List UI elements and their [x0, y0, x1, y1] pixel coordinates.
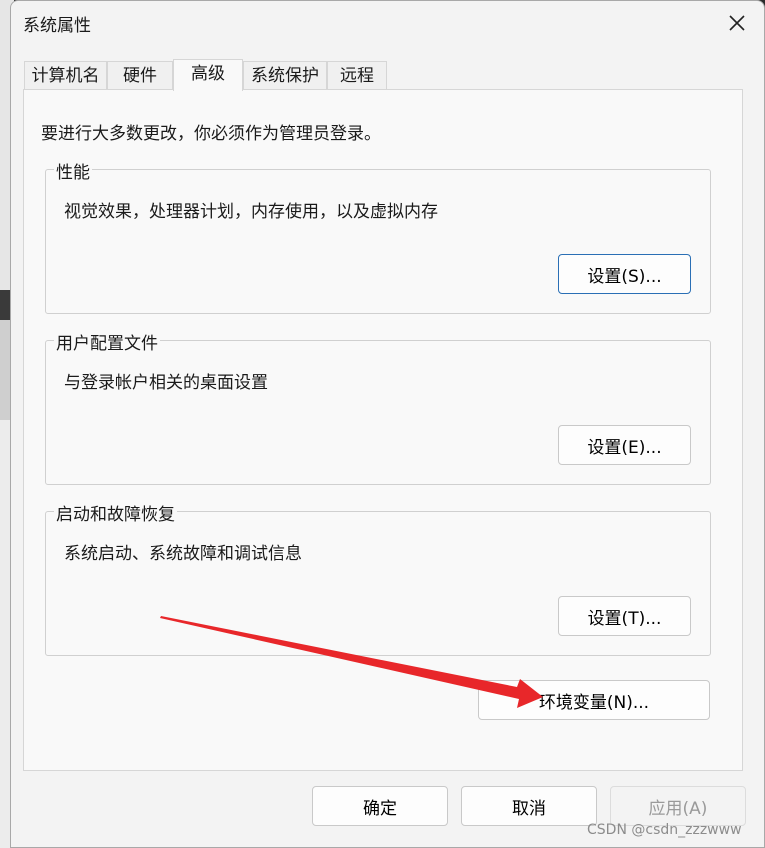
startup-recovery-description: 系统启动、系统故障和调试信息: [64, 544, 302, 564]
performance-settings-button[interactable]: 设置(S)...: [558, 254, 691, 294]
tab-advanced[interactable]: 高级: [173, 59, 243, 91]
performance-group: 性能 视觉效果，处理器计划，内存使用，以及虚拟内存 设置(S)...: [45, 158, 711, 314]
tab-remote[interactable]: 远程: [327, 61, 387, 90]
cancel-button[interactable]: 取消: [461, 786, 597, 826]
title-bar: 系统属性: [11, 1, 764, 47]
user-profiles-group: 用户配置文件 与登录帐户相关的桌面设置 设置(E)...: [45, 329, 711, 485]
close-button[interactable]: [716, 5, 758, 41]
system-properties-dialog: 系统属性 计算机名 硬件 高级 系统保护 远程 要进行大多数更改，你必须作为管理…: [10, 0, 765, 848]
tab-label: 硬件: [123, 66, 157, 86]
environment-variables-button[interactable]: 环境变量(N)...: [478, 680, 710, 720]
tab-label: 高级: [191, 64, 225, 84]
startup-recovery-group-title: 启动和故障恢复: [54, 500, 177, 525]
tab-label: 系统保护: [251, 66, 319, 86]
user-profiles-group-title: 用户配置文件: [54, 329, 160, 354]
startup-recovery-settings-button[interactable]: 设置(T)...: [558, 596, 691, 636]
admin-notice: 要进行大多数更改，你必须作为管理员登录。: [41, 124, 381, 144]
tab-hardware[interactable]: 硬件: [107, 61, 173, 90]
performance-description: 视觉效果，处理器计划，内存使用，以及虚拟内存: [64, 202, 438, 222]
startup-recovery-group: 启动和故障恢复 系统启动、系统故障和调试信息 设置(T)...: [45, 500, 711, 656]
tab-label: 远程: [340, 66, 374, 86]
window-title: 系统属性: [23, 16, 91, 36]
user-profiles-description: 与登录帐户相关的桌面设置: [64, 373, 268, 393]
tab-label: 计算机名: [31, 66, 100, 86]
tab-computer-name[interactable]: 计算机名: [24, 61, 107, 90]
performance-group-title: 性能: [54, 158, 92, 183]
tab-system-protection[interactable]: 系统保护: [243, 61, 327, 90]
close-icon: [729, 15, 745, 31]
apply-button[interactable]: 应用(A): [610, 786, 746, 826]
watermark: CSDN @csdn_zzzwww: [587, 822, 742, 838]
user-profiles-settings-button[interactable]: 设置(E)...: [558, 425, 691, 465]
ok-button[interactable]: 确定: [312, 786, 448, 826]
